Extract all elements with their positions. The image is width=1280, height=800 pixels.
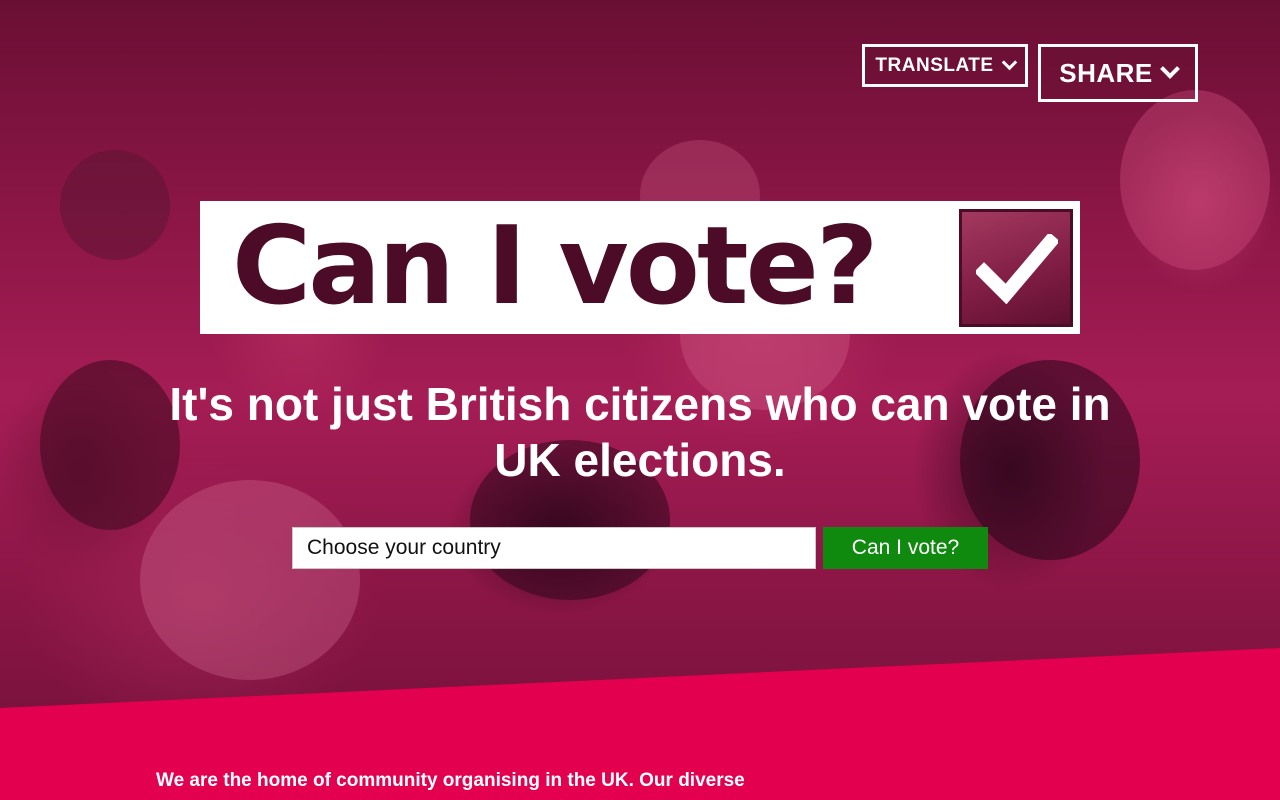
share-label: SHARE <box>1059 57 1153 88</box>
checkbox-icon <box>959 209 1073 327</box>
hero-subtitle: It's not just British citizens who can v… <box>169 378 1111 486</box>
page-title: Can I vote? <box>232 204 879 329</box>
hero-background-photo <box>0 0 1280 720</box>
translate-label: TRANSLATE <box>875 54 994 76</box>
translate-button[interactable]: TRANSLATE <box>862 44 1028 87</box>
can-i-vote-button[interactable]: Can I vote? <box>823 527 988 569</box>
country-search-input[interactable] <box>292 527 816 569</box>
chevron-down-icon <box>1001 54 1017 71</box>
intro-text: We are the home of community organising … <box>156 770 745 791</box>
chevron-down-icon <box>1159 59 1180 79</box>
page-title-box: Can I vote? <box>200 201 1080 334</box>
share-button[interactable]: SHARE <box>1038 44 1198 102</box>
